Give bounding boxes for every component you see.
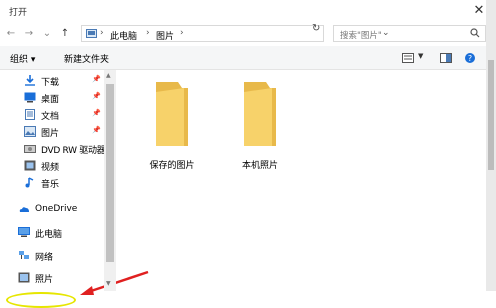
search-input[interactable]: 搜索"图片" xyxy=(333,25,486,42)
breadcrumb-pictures[interactable]: 图片 xyxy=(156,29,174,42)
download-icon xyxy=(25,75,35,86)
file-view: 保存的图片 本机照片 xyxy=(117,70,486,291)
pin-icon[interactable]: 📌 xyxy=(92,75,101,83)
scroll-down-icon[interactable]: ▼ xyxy=(106,280,111,287)
address-row: ← → ⌄ ↑ › 此电脑 › 图片 › ⌄ ↻ 搜索"图片" xyxy=(0,22,496,46)
dvd-drive-icon xyxy=(24,145,36,153)
highlight-ellipse xyxy=(6,292,76,308)
video-icon xyxy=(24,160,36,171)
refresh-icon[interactable]: ↻ xyxy=(312,23,320,34)
sidebar-item-label: DVD RW 驱动器 xyxy=(41,146,106,156)
navigation-pane: 下载 📌 桌面 📌 文档 📌 图片 📌 DVD RW 驱动器 视频 音乐 One… xyxy=(0,70,149,308)
title-bar: 打开 ✕ xyxy=(0,0,496,22)
organize-button[interactable]: 组织 ▾ xyxy=(10,52,35,65)
network-icon xyxy=(19,251,29,259)
sidebar-item-desktop[interactable]: 桌面 📌 xyxy=(0,89,104,107)
breadcrumb-this-pc[interactable]: 此电脑 xyxy=(110,29,137,42)
pin-icon[interactable]: 📌 xyxy=(92,109,101,117)
sidebar-item-network[interactable]: 网络 xyxy=(0,247,98,265)
sidebar-item-label: 音乐 xyxy=(41,180,60,190)
sidebar-item-label: 文档 xyxy=(41,112,60,122)
folder-icon xyxy=(156,82,188,146)
sidebar-item-dvd-drive[interactable]: DVD RW 驱动器 xyxy=(0,140,106,158)
sidebar-item-label: 图片 xyxy=(41,129,60,139)
up-icon[interactable]: ↑ xyxy=(58,27,72,41)
folder-item[interactable]: 保存的图片 xyxy=(132,78,212,171)
forward-icon[interactable]: → xyxy=(22,27,36,41)
sidebar-item-this-pc[interactable]: 此电脑 xyxy=(0,224,98,242)
sidebar-item-label: 网络 xyxy=(35,253,54,263)
sidebar-item-label: OneDrive xyxy=(35,204,78,214)
search-icon[interactable] xyxy=(470,28,480,38)
pictures-icon xyxy=(24,126,36,137)
help-icon[interactable]: ? xyxy=(464,52,476,64)
onedrive-icon xyxy=(19,207,29,212)
pin-icon[interactable]: 📌 xyxy=(92,126,101,134)
music-icon xyxy=(25,177,34,188)
window-title: 打开 xyxy=(9,8,28,18)
sidebar-item-onedrive[interactable]: OneDrive xyxy=(0,201,98,219)
scroll-up-icon[interactable]: ▲ xyxy=(106,72,111,79)
document-icon xyxy=(25,109,35,120)
pictures-location-icon xyxy=(86,29,97,38)
sidebar-item-documents[interactable]: 文档 📌 xyxy=(0,106,104,124)
address-bar[interactable]: › 此电脑 › 图片 › ⌄ xyxy=(81,25,390,42)
sidebar-item-music[interactable]: 音乐 xyxy=(0,174,104,192)
sidebar-item-label: 此电脑 xyxy=(35,230,63,240)
sidebar-item-downloads[interactable]: 下载 📌 xyxy=(0,72,104,90)
folder-icon xyxy=(244,82,276,146)
back-icon[interactable]: ← xyxy=(4,27,18,41)
search-placeholder: 搜索"图片" xyxy=(340,31,382,41)
new-folder-button[interactable]: 新建文件夹 xyxy=(64,52,109,65)
folder-item[interactable]: 本机照片 xyxy=(220,78,300,171)
sidebar-item-label: 照片 xyxy=(35,275,54,285)
computer-icon xyxy=(18,227,30,237)
window-edge-scrollbar[interactable] xyxy=(486,0,496,291)
sidebar-item-label: 桌面 xyxy=(41,95,60,105)
sidebar-item-pictures[interactable]: 图片 📌 xyxy=(0,123,104,141)
folder-name: 本机照片 xyxy=(241,161,278,171)
preview-pane-icon[interactable] xyxy=(440,53,452,63)
recent-locations-icon[interactable]: ⌄ xyxy=(40,27,54,41)
photos-icon xyxy=(18,272,30,283)
navigation-scrollbar[interactable]: ▲ ▼ xyxy=(104,70,116,291)
scrollbar-thumb[interactable] xyxy=(488,60,494,170)
svg-text:?: ? xyxy=(468,54,472,63)
sidebar-item-label: 下载 xyxy=(41,78,60,88)
breadcrumb-separator: › xyxy=(180,28,184,38)
sidebar-item-label: 视频 xyxy=(41,163,60,173)
view-options-icon[interactable] xyxy=(402,53,414,63)
breadcrumb-separator: › xyxy=(100,28,104,38)
view-dropdown-icon[interactable]: ▼ xyxy=(418,52,423,60)
desktop-icon xyxy=(24,92,36,103)
sidebar-item-videos[interactable]: 视频 xyxy=(0,157,104,175)
folder-name: 保存的图片 xyxy=(149,161,195,171)
breadcrumb-separator: › xyxy=(146,28,150,38)
scrollbar-thumb[interactable] xyxy=(106,84,114,262)
pin-icon[interactable]: 📌 xyxy=(92,92,101,100)
command-toolbar: 组织 ▾ 新建文件夹 ▼ ? xyxy=(0,46,496,70)
